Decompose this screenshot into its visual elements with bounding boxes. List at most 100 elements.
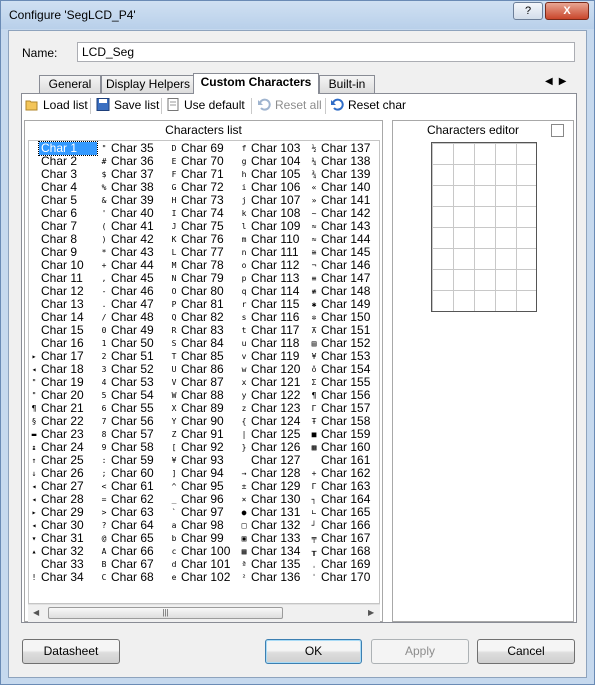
character-glyph-icon: g: [241, 157, 247, 166]
datasheet-button[interactable]: Datasheet: [22, 639, 120, 664]
character-glyph-icon: ¾: [311, 170, 317, 179]
use-default-button[interactable]: Use default: [166, 98, 245, 112]
character-glyph-icon: p: [241, 274, 247, 283]
character-glyph-icon: ): [101, 235, 107, 244]
character-glyph-icon: ▾: [31, 534, 37, 543]
characters-list-title: Characters list: [165, 123, 242, 137]
characters-list-group: Characters list Char 1 Char 2 Char 3 Char 4…: [24, 120, 383, 622]
tab-custom-characters[interactable]: Custom Characters: [193, 73, 319, 94]
character-list-item[interactable]: C Char 68: [99, 571, 169, 584]
character-glyph-icon: Σ: [311, 378, 317, 387]
character-glyph-icon: >: [101, 508, 107, 517]
character-glyph-icon: a: [171, 521, 177, 530]
cancel-button[interactable]: Cancel: [477, 639, 575, 664]
reset-all-label: Reset all: [275, 98, 322, 112]
character-glyph-icon: E: [171, 157, 177, 166]
name-input[interactable]: LCD_Seg: [77, 42, 575, 62]
dialog-body: Name: LCD_Seg General Display Helpers Cu…: [8, 30, 587, 678]
character-glyph-icon: I: [171, 209, 177, 218]
document-icon: [167, 98, 179, 111]
character-glyph-icon: «: [311, 183, 317, 192]
character-glyph-icon: h: [241, 170, 247, 179]
character-glyph-icon: ¬: [311, 261, 317, 270]
character-glyph-icon: l: [241, 222, 247, 231]
character-glyph-icon: ∟: [311, 508, 317, 517]
character-glyph-icon: ¶: [31, 404, 37, 413]
character-glyph-icon: Γ: [311, 482, 317, 491]
character-glyph-icon: 0: [101, 326, 107, 335]
apply-button[interactable]: Apply: [371, 639, 469, 664]
reset-all-button[interactable]: Reset all: [257, 98, 322, 112]
scroll-left-icon[interactable]: ◀: [33, 608, 39, 617]
right-arrow-icon[interactable]: ▶: [559, 76, 567, 87]
character-glyph-icon: [: [171, 443, 177, 452]
character-glyph-icon: ': [101, 209, 107, 218]
character-glyph-icon: q: [241, 287, 247, 296]
character-glyph-icon: ˌ: [311, 560, 317, 569]
character-glyph-icon: ┐: [311, 495, 317, 504]
character-list-item[interactable]: ² Char 136: [239, 571, 309, 584]
reset-char-button[interactable]: Reset char: [330, 98, 406, 112]
character-glyph-icon: =: [101, 495, 107, 504]
character-glyph-icon: v: [241, 352, 247, 361]
load-list-button[interactable]: Load list: [25, 98, 88, 112]
character-glyph-icon: !: [31, 573, 37, 582]
character-glyph-icon: ±: [241, 482, 247, 491]
horizontal-scrollbar[interactable]: ◀ ||| ▶: [28, 604, 380, 622]
character-glyph-icon: ▴: [31, 547, 37, 556]
character-glyph-icon: J: [171, 222, 177, 231]
character-pixel-grid[interactable]: [431, 142, 537, 312]
character-glyph-icon: %: [101, 183, 107, 192]
character-list-item[interactable]: ! Char 34: [29, 571, 99, 584]
reset-char-label: Reset char: [348, 98, 407, 112]
character-glyph-icon: ×: [241, 495, 247, 504]
folder-icon: [25, 100, 38, 111]
character-glyph-icon: 3: [101, 365, 107, 374]
character-glyph-icon: F: [171, 170, 177, 179]
character-glyph-icon: ▦: [241, 547, 247, 556]
character-glyph-icon: G: [171, 183, 177, 192]
scroll-right-icon[interactable]: ▶: [368, 608, 374, 617]
character-glyph-icon: ↓: [31, 469, 37, 478]
toolbar-separator: [90, 98, 91, 114]
tab-built-in[interactable]: Built-in: [319, 75, 375, 93]
tab-general[interactable]: General: [39, 75, 101, 93]
character-glyph-icon: ▸: [31, 508, 37, 517]
character-glyph-icon: ~: [311, 209, 317, 218]
character-list-item[interactable]: e Char 102: [169, 571, 239, 584]
character-glyph-icon: +: [101, 261, 107, 270]
character-glyph-icon: ²: [241, 573, 247, 582]
character-glyph-icon: §: [31, 417, 37, 426]
character-glyph-icon: ◂: [31, 482, 37, 491]
tab-display-helpers[interactable]: Display Helpers: [101, 75, 195, 93]
configure-dialog: Configure 'SegLCD_P4' ? X Name: LCD_Seg …: [0, 0, 595, 685]
character-glyph-icon: ▸: [31, 352, 37, 361]
character-glyph-icon: X: [171, 404, 177, 413]
characters-listbox[interactable]: Char 1 Char 2 Char 3 Char 4 Char 5 Char 6 Char…: [28, 140, 380, 604]
left-arrow-icon[interactable]: ◀: [545, 76, 553, 87]
character-glyph-icon: ≈: [311, 235, 317, 244]
character-glyph-icon: ▣: [241, 534, 247, 543]
character-list-item[interactable]: ˈ Char 170: [309, 571, 379, 584]
ok-button[interactable]: OK: [265, 639, 362, 664]
character-glyph-icon: ◂: [31, 495, 37, 504]
help-button[interactable]: ?: [513, 2, 543, 20]
save-list-button[interactable]: Save list: [96, 98, 159, 112]
character-glyph-icon: ◂: [31, 365, 37, 374]
character-glyph-icon: ▩: [311, 443, 317, 452]
character-glyph-icon: ^: [171, 482, 177, 491]
character-glyph-icon: Ŧ: [311, 417, 317, 426]
title-bar[interactable]: Configure 'SegLCD_P4' ? X: [1, 1, 594, 29]
character-glyph-icon: 9: [101, 443, 107, 452]
close-button[interactable]: X: [545, 2, 589, 20]
character-glyph-icon: ": [101, 144, 107, 153]
character-glyph-icon: `: [171, 508, 177, 517]
character-glyph-icon: /: [101, 313, 107, 322]
character-glyph-icon: c: [171, 547, 177, 556]
undo-icon: [331, 98, 344, 111]
editor-checkbox[interactable]: [551, 124, 564, 137]
scrollbar-thumb[interactable]: |||: [48, 607, 283, 619]
undo-icon: [258, 98, 271, 111]
characters-editor-title: Characters editor: [426, 123, 520, 137]
character-glyph-icon: ╥: [311, 547, 317, 556]
